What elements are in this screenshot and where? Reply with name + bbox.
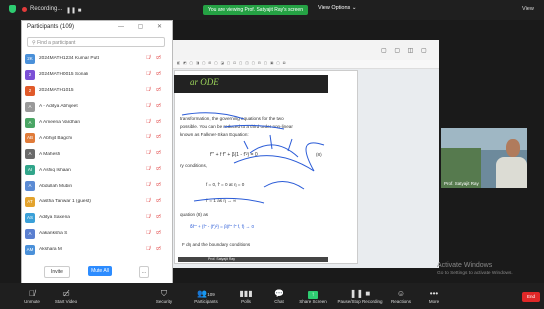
avatar: AB (25, 133, 35, 144)
muted-mic-camera-off-icon[interactable]: 🎙̸ ▭̸ (146, 214, 163, 220)
muted-mic-camera-off-icon[interactable]: 🎙̸ ▭̸ (146, 198, 163, 204)
participant-row[interactable]: A A Ameena Vardhan 🎙̸ ▭̸ (25, 115, 169, 131)
ellipsis-icon: ••• (429, 289, 439, 298)
video-person-body (496, 157, 527, 188)
participants-button[interactable]: 👥109 Participants (186, 288, 226, 304)
participant-name: A Ashiq Ishaan (39, 167, 71, 173)
participants-panel: Participants (109) — ▢ ✕ ⚲ Find a partic… (21, 20, 173, 285)
share-screen-icon: ↑ (308, 291, 318, 299)
avatar: AS (25, 212, 35, 223)
record-dot-icon (22, 6, 27, 12)
shield-icon[interactable] (9, 5, 16, 13)
avatar: AT (25, 196, 35, 207)
muted-mic-camera-off-icon[interactable]: 🎙̸ ▭̸ (146, 150, 163, 156)
recording-label: Recording... (30, 6, 63, 12)
participant-name: A - Aditya Abhijeet (39, 104, 78, 110)
muted-mic-camera-off-icon[interactable]: 🎙̸ ▭̸ (146, 230, 163, 236)
participant-name: 2024MATH1015 (39, 88, 74, 94)
video-name-label: Prof. Satyajit Ray (444, 181, 479, 186)
pdf-ribbon: ▢ ▢ ◫ ▢ (171, 40, 439, 61)
participant-row[interactable]: 2 2024MATH1015 🎙̸ ▭̸ (25, 83, 169, 99)
participant-name: A Mahesh (39, 151, 61, 157)
pdf-toolbar: ◧ ◩ ▢ ◨ ▢ ⊞ ▢ ◪ ▢ ⊡ ▢ ◫ ▢ ⊟ ▢ ▣ ▢ ⊠ (171, 60, 439, 69)
participant-name: Aastha Tanwar 1 (guest) (39, 199, 91, 205)
avatar: 2 (25, 85, 35, 96)
participant-search-input[interactable]: ⚲ Find a participant (27, 37, 165, 47)
panel-footer: Invite Mute All ... (22, 265, 172, 279)
ribbon-icons[interactable]: ▢ ▢ ◫ ▢ (381, 47, 430, 54)
avatar: A (25, 228, 35, 239)
share-screen-button[interactable]: ↑ Share Screen (293, 288, 333, 304)
toolbar-tools[interactable]: ◧ ◩ ▢ ◨ ▢ ⊞ ▢ ◪ ▢ ⊡ ▢ ◫ ▢ ⊟ ▢ ▣ ▢ ⊠ (177, 61, 287, 65)
start-video-button[interactable]: ▭̸ Start Video (46, 288, 86, 304)
annotation-drawing (181, 112, 325, 204)
participant-name: Abdullah Mubin (39, 183, 73, 189)
muted-mic-camera-off-icon[interactable]: 🎙̸ ▭̸ (146, 166, 163, 172)
muted-mic-camera-off-icon[interactable]: 🎙̸ ▭̸ (146, 103, 163, 109)
panel-window-controls[interactable]: — ▢ ✕ (118, 23, 168, 30)
avatar: AM (25, 244, 35, 255)
participant-name: Akshara M (39, 247, 62, 253)
participant-row[interactable]: 2 2024MATH0015 Sonali 🎙̸ ▭̸ (25, 67, 169, 83)
muted-mic-camera-off-icon[interactable]: 🎙̸ ▭̸ (146, 134, 163, 140)
recording-indicator[interactable]: Recording... (22, 6, 62, 12)
participant-row[interactable]: AB A Abhijit Bagchi 🎙̸ ▭̸ (25, 130, 169, 146)
participant-list: 2K 2024MATH1234 Kumar Putt 🎙̸ ▭̸ 2 2024MATH0… (25, 51, 169, 258)
mute-all-button[interactable]: Mute All (88, 266, 112, 276)
avatar: A (25, 181, 35, 192)
avatar: AI (25, 165, 35, 176)
shield-icon: ⛉ (161, 289, 167, 298)
view-options-button[interactable]: View Options ⌄ (318, 5, 356, 11)
participant-row[interactable]: AT Aastha Tanwar 1 (guest) 🎙̸ ▭̸ (25, 194, 169, 210)
slide-footer-text: Prof. Satyajit Ray (208, 257, 236, 261)
camera-off-icon: ▭̸ (62, 289, 70, 298)
avatar: 2 (25, 69, 35, 80)
people-icon: 👥109 (197, 289, 215, 298)
muted-mic-camera-off-icon[interactable]: 🎙̸ ▭̸ (146, 182, 163, 188)
muted-mic-camera-off-icon[interactable]: 🎙̸ ▭̸ (146, 246, 163, 252)
pause-stop-icon: ❚❚ ■ (349, 289, 371, 298)
muted-mic-camera-off-icon[interactable]: 🎙̸ ▭̸ (146, 119, 163, 125)
participant-name: Aditya Saxena (39, 215, 70, 221)
view-button[interactable]: View (522, 6, 534, 12)
pause-stop-recording-button[interactable]: ❚❚ ■ Pause/Stop Recording (335, 288, 385, 304)
avatar: A (25, 117, 35, 128)
participant-name: A Ameena Vardhan (39, 120, 80, 125)
pause-stop-icons[interactable]: ❚❚ ■ (66, 7, 81, 14)
more-button[interactable]: ••• More (414, 288, 454, 304)
muted-mic-camera-off-icon[interactable]: 🎙̸ ▭̸ (146, 55, 163, 61)
viewing-banner: You are viewing Prof. Satyajit Ray's scr… (203, 5, 308, 15)
participant-row[interactable]: AI A Ashiq Ishaan 🎙̸ ▭̸ (25, 162, 169, 178)
slide-title: ar ODE (190, 77, 219, 87)
slide-footer (178, 257, 328, 262)
participant-row[interactable]: A A - Aditya Abhijeet 🎙̸ ▭̸ (25, 99, 169, 115)
video-person-head (506, 139, 520, 157)
muted-mic-camera-off-icon[interactable]: 🎙̸ ▭̸ (146, 87, 163, 93)
participant-row[interactable]: A Abdullah Mubin 🎙̸ ▭̸ (25, 178, 169, 194)
security-button[interactable]: ⛉ Security (144, 288, 184, 304)
participant-row[interactable]: 2K 2024MATH1234 Kumar Putt 🎙̸ ▭̸ (25, 51, 169, 67)
muted-mic-camera-off-icon[interactable]: 🎙̸ ▭̸ (146, 71, 163, 77)
participant-row[interactable]: AM Akshara M 🎙̸ ▭̸ (25, 242, 169, 258)
participant-name: A Abhijit Bagchi (39, 135, 73, 141)
participant-row[interactable]: A Aakanksha S 🎙̸ ▭̸ (25, 226, 169, 242)
avatar: A (25, 101, 35, 112)
participant-name: 2024MATH1234 Kumar Putt (39, 56, 99, 62)
participant-name: 2024MATH0015 Sonali (39, 72, 89, 78)
invite-button[interactable]: Invite (44, 266, 70, 278)
participant-name: Aakanksha S (39, 231, 68, 237)
activate-windows-title: Activate Windows (437, 262, 493, 269)
search-icon: ⚲ (32, 40, 36, 46)
panel-title: Participants (109) (27, 24, 75, 30)
avatar: 2K (25, 53, 35, 64)
participant-row[interactable]: AS Aditya Saxena 🎙̸ ▭̸ (25, 210, 169, 226)
activate-windows-subtitle: Go to Settings to activate Windows. (437, 271, 513, 276)
end-meeting-button[interactable]: End (522, 292, 540, 302)
participant-row[interactable]: A A Mahesh 🎙̸ ▭̸ (25, 146, 169, 162)
avatar: A (25, 149, 35, 160)
more-options-button[interactable]: ... (139, 266, 149, 278)
